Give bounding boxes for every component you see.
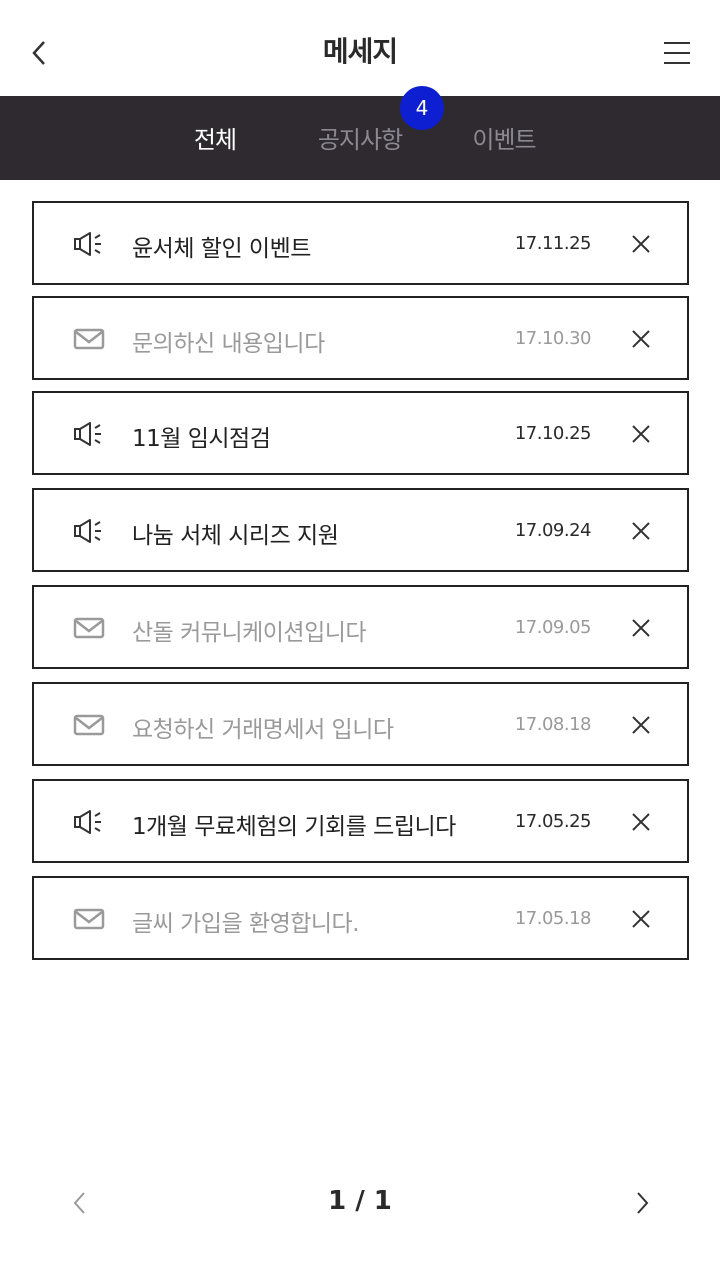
message-title: 윤서체 할인 이벤트 (132, 236, 311, 262)
message-date: 17.09.24 (514, 520, 592, 541)
message-title: 산돌 커뮤니케이션입니다 (132, 620, 367, 646)
close-icon[interactable] (630, 423, 652, 445)
close-icon[interactable] (630, 233, 652, 255)
message-date: 17.05.18 (514, 908, 592, 929)
message-item[interactable]: 11월 임시점검 17.10.25 (32, 391, 689, 475)
message-date: 17.05.25 (514, 811, 592, 832)
close-icon[interactable] (630, 811, 652, 833)
page-indicator: 1 / 1 (328, 1186, 392, 1216)
megaphone-icon (74, 519, 101, 543)
message-title: 글씨 가입을 환영합니다. (132, 911, 360, 937)
envelope-icon (73, 617, 105, 639)
message-date: 17.10.25 (514, 423, 592, 444)
message-date: 17.09.05 (514, 617, 592, 638)
message-item[interactable]: 나눔 서체 시리즈 지원 17.09.24 (32, 488, 689, 572)
message-date: 17.10.30 (514, 328, 592, 349)
message-date: 17.11.25 (514, 233, 592, 254)
message-item[interactable]: 문의하신 내용입니다 17.10.30 (32, 296, 689, 380)
message-title: 나눔 서체 시리즈 지원 (132, 523, 339, 549)
message-title: 문의하신 내용입니다 (132, 331, 325, 357)
message-item[interactable]: 윤서체 할인 이벤트 17.11.25 (32, 201, 689, 285)
message-list: 윤서체 할인 이벤트 17.11.25 문의하신 내용입니다 17.10.30 … (32, 201, 689, 960)
next-page-chevron-right-icon[interactable] (630, 1188, 654, 1218)
megaphone-icon (74, 232, 101, 256)
message-item[interactable]: 산돌 커뮤니케이션입니다 17.09.05 (32, 585, 689, 669)
tab-all[interactable]: 전체 (145, 120, 285, 155)
close-icon[interactable] (630, 617, 652, 639)
close-icon[interactable] (630, 908, 652, 930)
message-item[interactable]: 1개월 무료체험의 기회를 드립니다 17.05.25 (32, 779, 689, 863)
message-item[interactable]: 글씨 가입을 환영합니다. 17.05.18 (32, 876, 689, 960)
page-title: 메세지 (322, 35, 398, 68)
message-title: 1개월 무료체험의 기회를 드립니다 (132, 814, 456, 840)
tab-bar: 전체 공지사항 4 이벤트 (0, 86, 720, 180)
message-title: 11월 임시점검 (132, 426, 271, 452)
message-date: 17.08.18 (514, 714, 592, 735)
close-icon[interactable] (630, 328, 652, 350)
envelope-icon (73, 714, 105, 736)
pagination: 1 / 1 (0, 1180, 720, 1224)
message-title: 요청하신 거래명세서 입니다 (132, 717, 394, 743)
close-icon[interactable] (630, 520, 652, 542)
close-icon[interactable] (630, 714, 652, 736)
hamburger-menu-icon[interactable] (660, 38, 694, 68)
megaphone-icon (74, 422, 101, 446)
app-header: 메세지 (0, 0, 720, 96)
tab-events[interactable]: 이벤트 (434, 120, 574, 155)
megaphone-icon (74, 810, 101, 834)
envelope-icon (73, 908, 105, 930)
envelope-icon (73, 328, 105, 350)
message-item[interactable]: 요청하신 거래명세서 입니다 17.08.18 (32, 682, 689, 766)
